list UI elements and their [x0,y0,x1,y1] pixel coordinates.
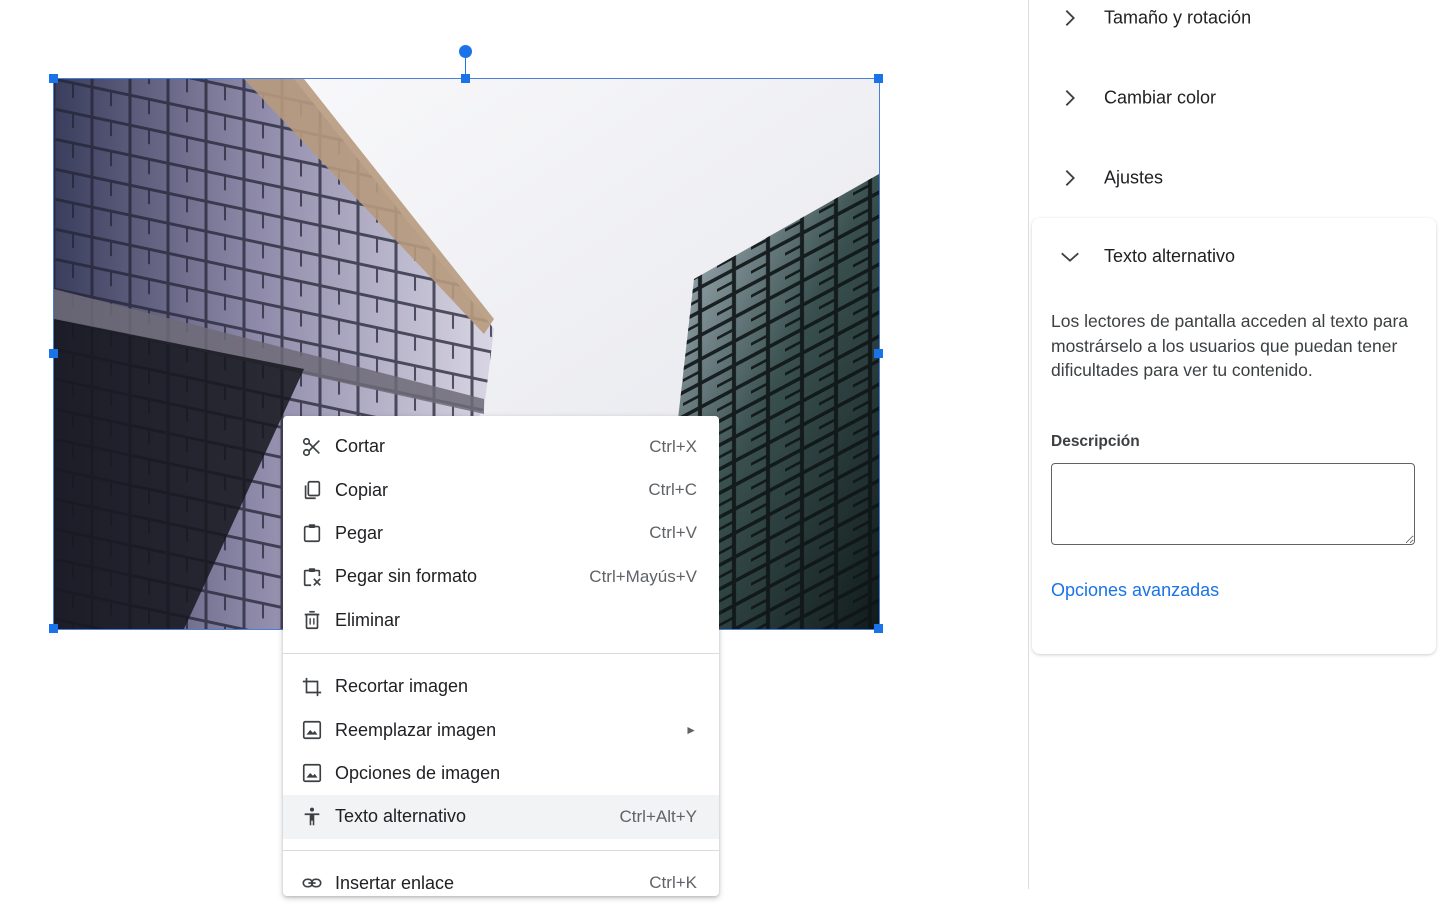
chevron-right-icon [1065,90,1075,106]
resize-handle-top-right[interactable] [874,74,883,83]
resize-handle-top[interactable] [461,74,470,83]
resize-handle-bottom-right[interactable] [874,624,883,633]
link-icon [302,878,322,888]
menu-item-pegar[interactable]: Pegar Ctrl+V [283,512,719,555]
menu-item-shortcut: Ctrl+X [649,436,697,456]
menu-item-reemplazar-imagen[interactable]: Reemplazar imagen ► [283,708,719,751]
image-icon [302,764,322,783]
clipboard-icon [303,524,321,543]
alt-text-section: Texto alternativo Los lectores de pantal… [1032,218,1436,654]
rotation-handle[interactable] [459,45,472,58]
menu-item-cortar[interactable]: Cortar Ctrl+X [283,425,719,468]
menu-item-eliminar[interactable]: Eliminar [283,599,719,642]
menu-item-texto-alternativo[interactable]: Texto alternativo Ctrl+Alt+Y [283,795,719,839]
menu-item-label: Copiar [335,479,389,500]
menu-item-shortcut: Ctrl+Mayús+V [589,566,697,586]
menu-item-opciones-de-imagen[interactable]: Opciones de imagen [283,752,719,795]
menu-item-label: Insertar enlace [335,872,455,893]
slide-canvas[interactable]: Cortar Ctrl+X Copiar Ctrl+C Pegar Ctrl+V [0,0,1028,896]
accessibility-icon [304,807,320,826]
menu-item-label: Opciones de imagen [335,762,501,783]
trash-icon [304,611,320,630]
menu-item-label: Cortar [335,436,386,457]
description-field[interactable] [1051,463,1415,545]
menu-item-label: Reemplazar imagen [335,719,497,740]
section-title: Ajustes [1104,167,1164,188]
menu-item-pegar-sin-formato[interactable]: Pegar sin formato Ctrl+Mayús+V [283,555,719,598]
resize-handle-left[interactable] [49,349,58,358]
menu-item-copiar[interactable]: Copiar Ctrl+C [283,468,719,511]
submenu-arrow-icon: ► [685,723,697,738]
menu-item-insertar-enlace[interactable]: Insertar enlace Ctrl+K [283,862,719,905]
menu-item-label: Pegar [335,522,384,543]
alt-text-description: Los lectores de pantalla acceden al text… [1051,311,1409,380]
menu-item-recortar-imagen[interactable]: Recortar imagen [283,665,719,708]
resize-handle-top-left[interactable] [49,74,58,83]
section-cambiar-color[interactable]: Cambiar color [1029,58,1429,138]
menu-item-shortcut: Ctrl+C [648,480,697,500]
menu-item-shortcut: Ctrl+V [649,523,697,543]
menu-divider [283,652,719,654]
context-menu: Cortar Ctrl+X Copiar Ctrl+C Pegar Ctrl+V [283,416,719,896]
menu-item-label: Eliminar [335,609,401,630]
menu-item-label: Pegar sin formato [335,566,478,587]
resize-handle-right[interactable] [874,349,883,358]
chevron-down-icon[interactable] [1059,246,1081,268]
section-tamano-y-rotacion[interactable]: Tamaño y rotación [1029,0,1429,58]
menu-item-shortcut: Ctrl+Alt+Y [619,806,697,826]
advanced-options-link[interactable]: Opciones avanzadas [1051,580,1219,601]
chevron-right-icon [1065,10,1075,26]
resize-handle-bottom-left[interactable] [49,624,58,633]
section-ajustes[interactable]: Ajustes [1029,138,1429,218]
menu-item-shortcut: Ctrl+K [649,873,697,893]
scissors-icon [302,437,320,456]
menu-item-label: Recortar imagen [335,676,469,697]
section-title: Tamaño y rotación [1104,7,1252,28]
crop-icon [302,677,322,696]
paste-plain-icon [303,568,321,586]
chevron-right-icon [1065,170,1075,186]
menu-divider [283,849,719,851]
image-icon [302,720,322,740]
format-options-panel: Tamaño y rotación Cambiar color Ajustes … [1028,0,1440,889]
copy-icon [304,481,321,500]
description-label: Descripción [1051,433,1140,450]
menu-item-label: Texto alternativo [335,806,467,827]
alt-text-title[interactable]: Texto alternativo [1104,246,1235,267]
section-title: Cambiar color [1104,87,1217,108]
